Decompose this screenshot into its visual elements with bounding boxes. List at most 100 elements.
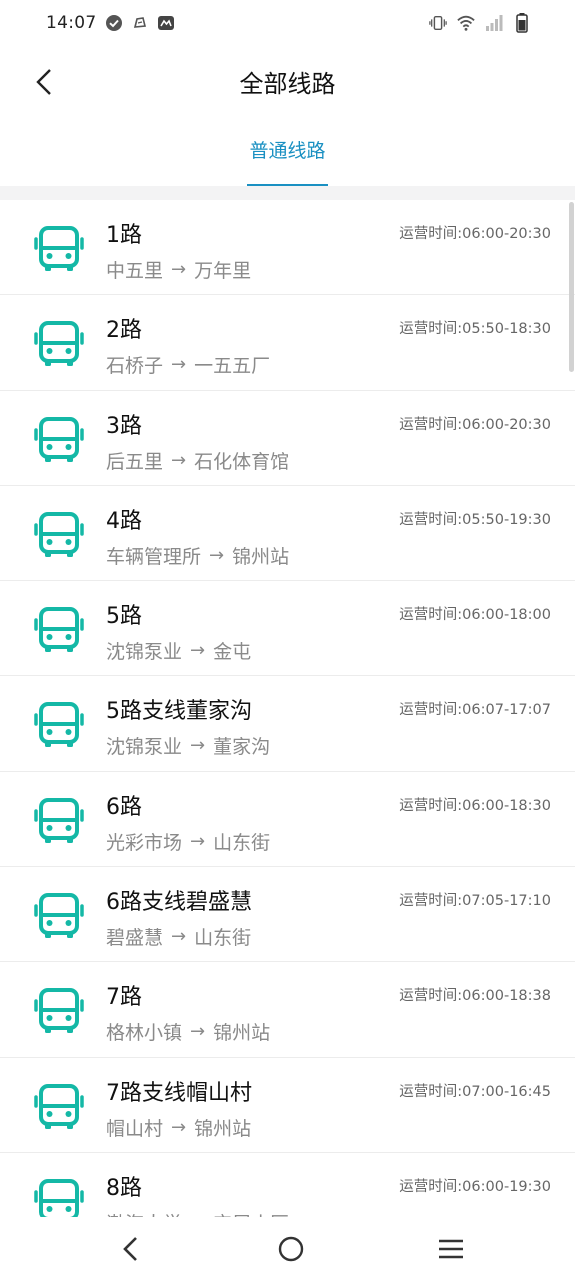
route-from: 沈锦泵业 — [106, 641, 183, 664]
system-nav-bar — [0, 1217, 575, 1280]
route-name: 6路 — [106, 794, 142, 820]
route-from: 沈锦泵业 — [106, 736, 183, 759]
menu-icon — [439, 1239, 463, 1258]
back-triangle-icon — [123, 1236, 137, 1261]
route-name: 3路 — [106, 413, 142, 439]
route-operating-time: 运营时间:05:50-18:30 — [399, 321, 551, 338]
vibrate-icon — [429, 14, 447, 32]
route-row[interactable]: 4路 车辆管理所 → 锦州站 运营时间:05:50-19:30 — [0, 486, 575, 582]
route-from: 格林小镇 — [106, 1022, 183, 1045]
bus-icon — [34, 988, 84, 1034]
route-path: 帽山村 → 锦州站 — [106, 1114, 251, 1141]
bus-icon — [34, 893, 84, 939]
route-path: 沈锦泵业 → 董家沟 — [106, 732, 270, 759]
route-to: 石化体育馆 — [194, 450, 290, 473]
tab-bar: 普通线路 — [0, 120, 575, 186]
mail-icon — [157, 14, 175, 32]
route-name: 5路 — [106, 604, 142, 630]
section-divider — [0, 186, 575, 200]
arrow-right-icon: → — [171, 259, 187, 280]
route-operating-time: 运营时间:07:00-16:45 — [399, 1083, 551, 1100]
route-row[interactable]: 6路支线碧盛慧 碧盛慧 → 山东街 运营时间:07:05-17:10 — [0, 867, 575, 963]
check-circle-icon — [105, 14, 123, 32]
route-operating-time: 运营时间:06:00-20:30 — [399, 416, 551, 433]
route-from: 渤海大学 — [106, 1209, 182, 1217]
route-name: 2路 — [106, 318, 142, 344]
nav-menu-button[interactable] — [431, 1229, 471, 1269]
route-row[interactable]: 7路 格林小镇 → 锦州站 运营时间:06:00-18:38 — [0, 962, 575, 1058]
status-bar-right — [429, 13, 531, 33]
route-path: 石桥子 → 一五五厂 — [106, 351, 270, 378]
route-operating-time: 运营时间:05:50-19:30 — [399, 511, 551, 528]
route-path: 碧盛慧 → 山东街 — [106, 923, 251, 950]
route-row[interactable]: 8路 渤海大学 → 宝居小区 运营时间:06:00-19:30 — [0, 1153, 575, 1217]
route-to: 董家沟 — [213, 736, 271, 759]
notification-icon — [131, 14, 149, 32]
route-row[interactable]: 6路 光彩市场 → 山东街 运营时间:06:00-18:30 — [0, 772, 575, 868]
route-to: 锦州站 — [194, 1117, 252, 1140]
route-operating-time: 运营时间:06:07-17:07 — [399, 702, 551, 719]
arrow-right-icon: → — [209, 544, 225, 566]
route-from: 石桥子 — [106, 355, 164, 378]
tab-label: 普通线路 — [249, 139, 326, 162]
nav-back-button[interactable] — [110, 1229, 150, 1269]
signal-icon — [485, 14, 503, 32]
route-to: 宝居小区 — [213, 1209, 289, 1217]
route-operating-time: 运营时间:06:00-19:30 — [399, 1178, 551, 1195]
route-operating-time: 运营时间:06:00-18:30 — [399, 797, 551, 814]
route-name: 5路支线董家沟 — [106, 699, 252, 725]
tab-normal-routes[interactable]: 普通线路 — [247, 120, 328, 186]
route-operating-time: 运营时间:07:05-17:10 — [399, 893, 551, 910]
route-row[interactable]: 1路 中五里 → 万年里 运营时间:06:00-20:30 — [0, 200, 575, 296]
route-operating-time: 运营时间:06:00-20:30 — [399, 226, 551, 242]
route-from: 后五里 — [106, 450, 164, 473]
route-path: 车辆管理所 → 锦州站 — [106, 542, 289, 569]
bus-icon — [34, 607, 84, 653]
status-time: 14:07 — [46, 13, 97, 33]
route-from: 帽山村 — [106, 1117, 164, 1140]
route-to: 金屯 — [213, 641, 252, 664]
bus-icon — [34, 702, 84, 748]
route-name: 7路支线帽山村 — [106, 1080, 252, 1106]
route-row[interactable]: 5路 沈锦泵业 → 金屯 运营时间:06:00-18:00 — [0, 581, 575, 677]
arrow-right-icon: → — [190, 1021, 206, 1043]
page-title: 全部线路 — [239, 70, 336, 98]
route-row[interactable]: 5路支线董家沟 沈锦泵业 → 董家沟 运营时间:06:07-17:07 — [0, 676, 575, 772]
route-to: 锦州站 — [232, 545, 290, 568]
route-list[interactable]: 1路 中五里 → 万年里 运营时间:06:00-20:30 2路 石桥子 → 一… — [0, 200, 575, 1217]
route-path: 格林小镇 → 锦州站 — [106, 1018, 270, 1045]
route-row[interactable]: 7路支线帽山村 帽山村 → 锦州站 运营时间:07:00-16:45 — [0, 1058, 575, 1153]
route-from: 中五里 — [106, 260, 164, 282]
route-path: 光彩市场 → 山东街 — [106, 828, 270, 855]
route-name: 4路 — [106, 508, 142, 534]
arrow-right-icon: → — [171, 926, 187, 948]
route-to: 万年里 — [194, 260, 252, 282]
route-operating-time: 运营时间:06:00-18:00 — [399, 607, 551, 624]
battery-icon — [513, 13, 531, 33]
home-circle-icon — [278, 1236, 303, 1261]
status-bar-left: 14:07 — [46, 13, 175, 33]
route-name: 7路 — [106, 985, 142, 1011]
bus-icon — [34, 1083, 84, 1129]
arrow-right-icon: → — [171, 1116, 187, 1138]
bus-icon — [34, 321, 84, 367]
route-from: 车辆管理所 — [106, 545, 202, 568]
route-name: 6路支线碧盛慧 — [106, 890, 252, 916]
header: 全部线路 — [0, 46, 575, 116]
scrollbar-thumb[interactable] — [569, 202, 574, 372]
route-from: 碧盛慧 — [106, 927, 164, 950]
bus-icon — [34, 1178, 84, 1217]
route-name: 8路 — [106, 1175, 142, 1201]
screen: 14:07 全部线路 普通线路 1路 中五里 → 万年里 运营时间:06:00-… — [0, 0, 575, 1280]
route-row[interactable]: 3路 后五里 → 石化体育馆 运营时间:06:00-20:30 — [0, 391, 575, 486]
route-path: 渤海大学 → 宝居小区 — [106, 1209, 289, 1217]
arrow-right-icon: → — [190, 640, 206, 662]
arrow-right-icon: → — [190, 735, 206, 757]
route-path: 中五里 → 万年里 — [106, 256, 251, 283]
bus-icon — [34, 416, 84, 462]
route-row[interactable]: 2路 石桥子 → 一五五厂 运营时间:05:50-18:30 — [0, 295, 575, 391]
route-operating-time: 运营时间:06:00-18:38 — [399, 988, 551, 1005]
route-from: 光彩市场 — [106, 831, 183, 854]
status-bar: 14:07 — [0, 0, 575, 46]
nav-home-button[interactable] — [271, 1229, 311, 1269]
